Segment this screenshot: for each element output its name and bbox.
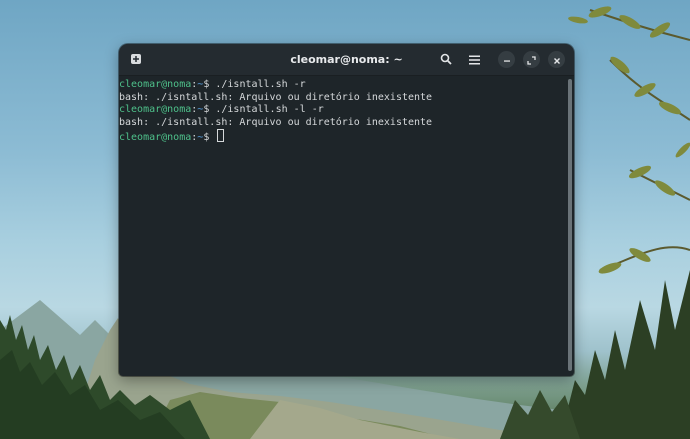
menu-button[interactable] <box>466 51 483 68</box>
error-text: bash: ./isntall.sh: Arquivo ou diretório… <box>119 116 433 128</box>
terminal-window[interactable]: cleomar@noma: ~ cleomar@noma:~$ ./isntal… <box>119 44 574 376</box>
window-titlebar[interactable]: cleomar@noma: ~ <box>119 44 574 76</box>
terminal-scrollbar[interactable] <box>568 79 572 371</box>
terminal-line-3: cleomar@noma:~$ ./isntall.sh -l -r <box>119 104 566 117</box>
prompt-user: cleomar@noma <box>119 104 192 116</box>
terminal-line-2: bash: ./isntall.sh: Arquivo ou diretório… <box>119 92 566 105</box>
text-cursor <box>217 129 225 143</box>
minimize-icon <box>503 50 511 69</box>
terminal-output[interactable]: cleomar@noma:~$ ./isntall.sh -r bash: ./… <box>119 75 566 376</box>
search-icon <box>440 50 452 69</box>
search-button[interactable] <box>437 51 454 68</box>
minimize-button[interactable] <box>498 51 515 68</box>
new-tab-button[interactable] <box>127 51 144 68</box>
command-input[interactable] <box>209 132 215 143</box>
command-text: ./isntall.sh -r <box>209 79 306 90</box>
maximize-icon <box>527 50 536 69</box>
command-text: ./isntall.sh -l -r <box>209 104 324 116</box>
hamburger-menu-icon <box>469 50 480 69</box>
new-tab-icon <box>130 50 142 69</box>
maximize-button[interactable] <box>523 51 540 68</box>
prompt-user: cleomar@noma <box>119 132 192 144</box>
terminal-line-5: cleomar@noma:~$ <box>119 129 566 144</box>
terminal-line-1: cleomar@noma:~$ ./isntall.sh -r <box>119 79 566 92</box>
prompt-user: cleomar@noma <box>119 79 192 90</box>
terminal-line-4: bash: ./isntall.sh: Arquivo ou diretório… <box>119 117 566 130</box>
close-button[interactable] <box>548 51 565 68</box>
close-icon <box>553 50 561 69</box>
error-text: bash: ./isntall.sh: Arquivo ou diretório… <box>119 91 433 103</box>
